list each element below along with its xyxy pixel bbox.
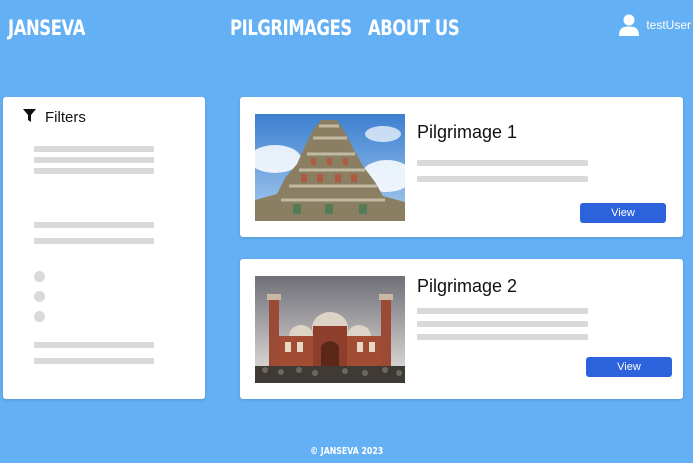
main-nav: PILGRIMAGES ABOUT US	[230, 16, 488, 40]
pilgrimage-card: Pilgrimage 2 View	[240, 259, 683, 399]
filters-title: Filters	[45, 109, 86, 126]
footer: © JANSEVA 2023	[0, 446, 693, 457]
filter-option-placeholder[interactable]	[34, 342, 154, 348]
filter-option-placeholder[interactable]	[34, 238, 154, 244]
radio-option[interactable]	[34, 271, 45, 282]
pilgrimage-image	[255, 114, 405, 221]
user-menu[interactable]: testUser	[619, 14, 691, 36]
filters-header: Filters	[23, 109, 86, 126]
filters-panel: Filters	[3, 97, 205, 399]
filter-option-placeholder[interactable]	[34, 168, 154, 174]
filter-option-placeholder[interactable]	[34, 157, 154, 163]
user-name: testUser	[646, 18, 691, 32]
radio-option[interactable]	[34, 291, 45, 302]
description-placeholder	[417, 321, 588, 327]
view-button[interactable]: View	[586, 357, 672, 377]
pilgrimage-card: Pilgrimage 1 View	[240, 97, 683, 237]
filter-option-placeholder[interactable]	[34, 358, 154, 364]
brand-logo[interactable]: JANSEVA	[8, 16, 85, 40]
pilgrimage-title[interactable]: Pilgrimage 1	[417, 122, 517, 143]
filter-option-placeholder[interactable]	[34, 222, 154, 228]
nav-link-pilgrimages[interactable]: PILGRIMAGES	[230, 16, 352, 40]
radio-option[interactable]	[34, 311, 45, 322]
description-placeholder	[417, 308, 588, 314]
filter-option-placeholder[interactable]	[34, 146, 154, 152]
footer-copyright: © JANSEVA 2023	[310, 446, 383, 457]
page: JANSEVA PILGRIMAGES ABOUT US testUser Fi…	[0, 0, 693, 463]
description-placeholder	[417, 160, 588, 166]
pilgrimage-image	[255, 276, 405, 383]
view-button[interactable]: View	[580, 203, 666, 223]
description-placeholder	[417, 176, 588, 182]
user-icon	[619, 14, 640, 36]
description-placeholder	[417, 334, 588, 340]
pilgrimage-title[interactable]: Pilgrimage 2	[417, 276, 517, 297]
filter-icon	[23, 109, 36, 126]
nav-link-about-us[interactable]: ABOUT US	[368, 16, 462, 40]
